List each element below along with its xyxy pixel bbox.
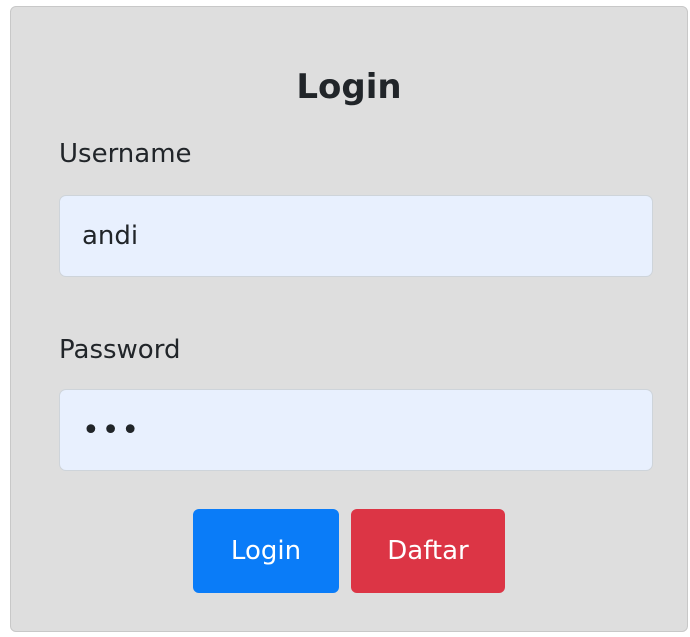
password-label: Password bbox=[59, 335, 181, 365]
username-label: Username bbox=[59, 139, 192, 169]
login-card: Login Username Password Login Daftar bbox=[10, 6, 688, 632]
password-input[interactable] bbox=[59, 389, 653, 471]
form-title: Login bbox=[296, 67, 402, 107]
button-row: Login Daftar bbox=[11, 509, 687, 593]
username-input[interactable] bbox=[59, 195, 653, 277]
register-button[interactable]: Daftar bbox=[351, 509, 505, 593]
login-button[interactable]: Login bbox=[193, 509, 339, 593]
